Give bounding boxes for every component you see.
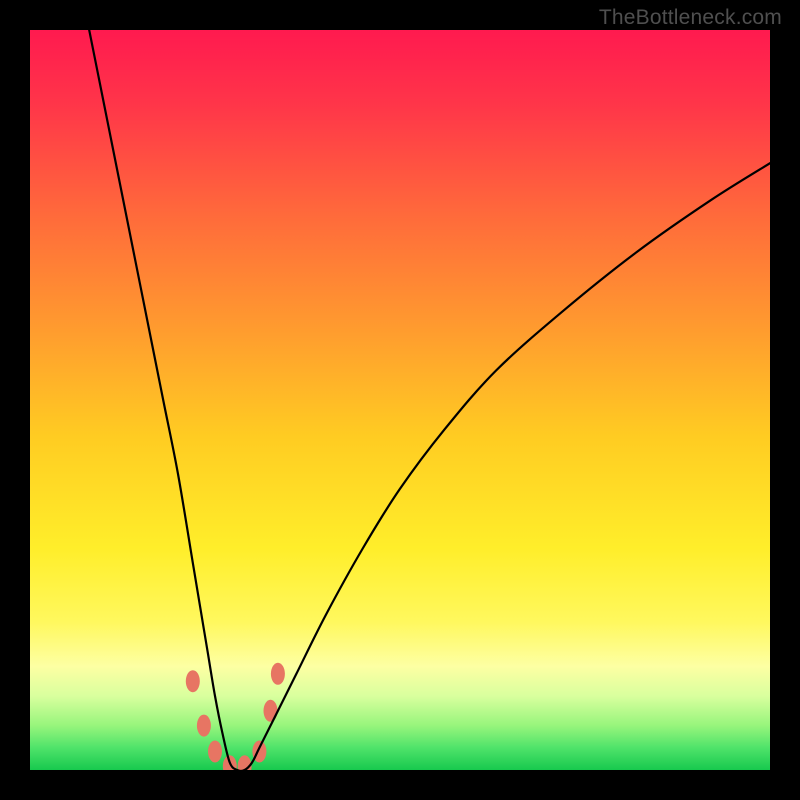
valley-marker <box>208 741 222 763</box>
chart-frame: TheBottleneck.com <box>0 0 800 800</box>
bottleneck-curve <box>89 30 770 770</box>
valley-markers <box>186 663 285 770</box>
watermark-text: TheBottleneck.com <box>599 6 782 30</box>
curve-layer <box>30 30 770 770</box>
valley-marker <box>264 700 278 722</box>
valley-marker <box>271 663 285 685</box>
valley-marker <box>197 715 211 737</box>
plot-area <box>30 30 770 770</box>
valley-marker <box>238 755 252 770</box>
valley-marker <box>186 670 200 692</box>
